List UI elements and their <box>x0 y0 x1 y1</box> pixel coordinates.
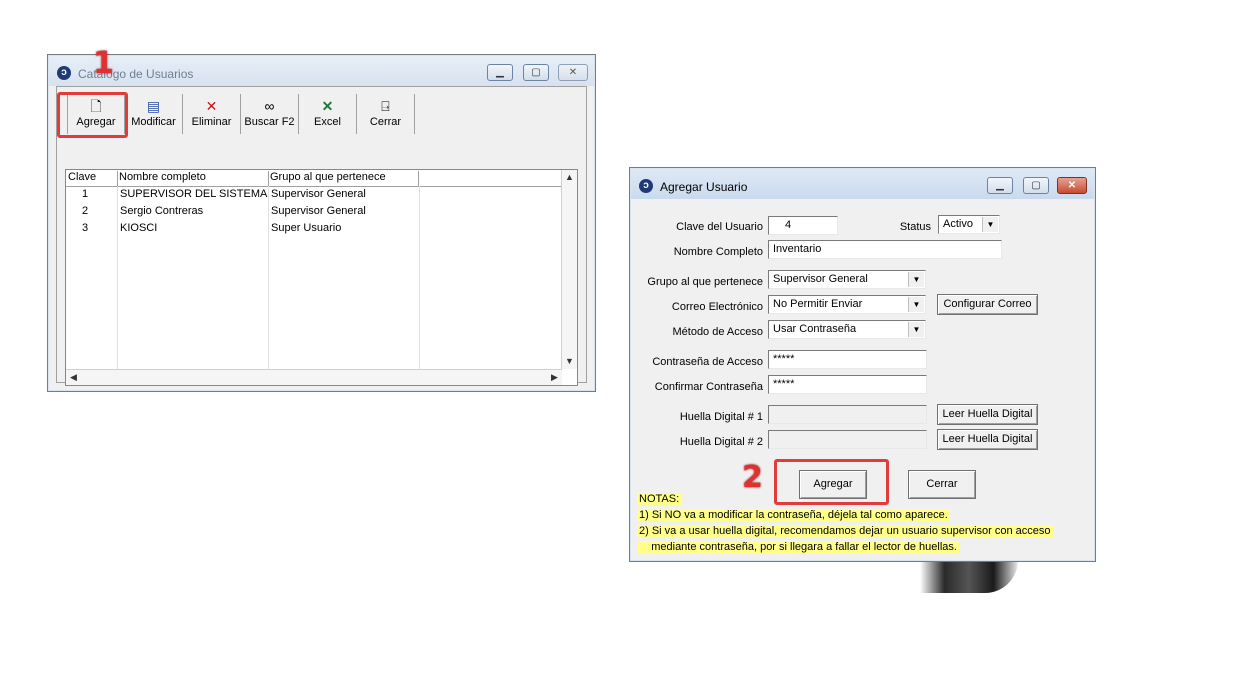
toolbar-eliminar-label: Eliminar <box>191 116 232 128</box>
grupo-select[interactable]: Supervisor General ▼ <box>768 270 926 289</box>
correo-select[interactable]: No Permitir Enviar ▼ <box>768 295 926 314</box>
contrasena-field[interactable]: ***** <box>768 350 927 369</box>
catalog-titlebar[interactable]: ɔ Catálogo de Usuarios ▁ ▢ ✕ <box>49 56 594 86</box>
vertical-scrollbar[interactable]: ▲ ▼ <box>561 170 577 369</box>
scroll-down-icon[interactable]: ▼ <box>562 354 577 369</box>
toolbar-cerrar-label: Cerrar <box>369 116 402 128</box>
correo-value: No Permitir Enviar <box>773 298 863 310</box>
maximize-button[interactable]: ▢ <box>1023 177 1049 194</box>
toolbar-buscar-label: Buscar F2 <box>244 116 295 128</box>
leer-huella2-button[interactable]: Leer Huella Digital <box>937 429 1038 450</box>
scroll-right-icon[interactable]: ▶ <box>547 370 562 385</box>
users-grid[interactable]: Clave Nombre completo Grupo al que perte… <box>65 169 578 386</box>
cell-nombre: SUPERVISOR DEL SISTEMA <box>120 188 268 200</box>
add-user-titlebar[interactable]: ɔ Agregar Usuario ▁ ▢ ✕ <box>631 169 1094 199</box>
chevron-down-icon[interactable]: ▼ <box>908 322 924 337</box>
minimize-button[interactable]: ▁ <box>487 64 513 81</box>
note-line: 2) Si va a usar huella digital, recomend… <box>637 525 1053 537</box>
status-value: Activo <box>943 218 973 230</box>
close-button[interactable]: ✕ <box>558 64 588 81</box>
col-header-nombre[interactable]: Nombre completo <box>117 171 269 186</box>
maximize-button[interactable]: ▢ <box>523 64 549 81</box>
col-header-grupo[interactable]: Grupo al que pertenece <box>268 171 419 186</box>
huella2-label: Huella Digital # 2 <box>679 436 763 448</box>
minimize-button[interactable]: ▁ <box>987 177 1013 194</box>
toolbar-buscar-button[interactable]: ∞ Buscar F2 <box>241 94 299 134</box>
toolbar-modificar-label: Modificar <box>131 116 176 128</box>
delete-x-icon: ✕ <box>205 98 218 114</box>
cell-clave: 1 <box>82 188 89 200</box>
toolbar-modificar-button[interactable]: ▤ Modificar <box>125 94 183 134</box>
confirmar-label: Confirmar Contraseña <box>654 381 763 393</box>
toolbar-cerrar-button[interactable]: ⍈ Cerrar <box>357 94 415 134</box>
cell-grupo: Supervisor General <box>271 188 366 200</box>
add-user-window-title: Agregar Usuario <box>660 180 748 194</box>
confirmar-field[interactable]: ***** <box>768 375 927 394</box>
exit-door-icon: ⍈ <box>381 98 390 114</box>
cell-grupo: Super Usuario <box>271 222 342 234</box>
grupo-value: Supervisor General <box>773 273 868 285</box>
status-select[interactable]: Activo ▼ <box>938 215 1000 234</box>
nombre-field[interactable]: Inventario <box>768 240 1002 259</box>
configurar-correo-button[interactable]: Configurar Correo <box>937 294 1038 315</box>
app-logo-icon: ɔ <box>57 66 71 80</box>
step1-number: 1 <box>93 46 114 81</box>
col-header-clave[interactable]: Clave <box>66 171 118 186</box>
table-row[interactable]: 1 SUPERVISOR DEL SISTEMA Supervisor Gene… <box>66 186 562 203</box>
chevron-down-icon[interactable]: ▼ <box>908 297 924 312</box>
grupo-label: Grupo al que pertenece <box>647 276 763 288</box>
note-line: 1) Si NO va a modificar la contraseña, d… <box>637 509 950 521</box>
metodo-value: Usar Contraseña <box>773 323 857 335</box>
horizontal-scrollbar[interactable]: ◀ ▶ <box>66 369 562 385</box>
clave-field[interactable]: 4 <box>768 216 838 235</box>
huella2-field <box>768 430 927 449</box>
grid-header: Clave Nombre completo Grupo al que perte… <box>66 170 562 187</box>
excel-icon: ✕ <box>321 98 334 114</box>
notes-heading: NOTAS: <box>637 493 682 505</box>
metodo-label: Método de Acceso <box>672 326 763 338</box>
huella1-field <box>768 405 927 424</box>
cell-nombre: KIOSCI <box>120 222 158 234</box>
cerrar-button[interactable]: Cerrar <box>908 470 976 499</box>
cell-grupo: Supervisor General <box>271 205 366 217</box>
cell-nombre: Sergio Contreras <box>120 205 204 217</box>
toolbar-excel-label: Excel <box>314 116 341 128</box>
table-row[interactable]: 3 KIOSCI Super Usuario <box>66 220 562 237</box>
catalog-window: ɔ Catálogo de Usuarios ▁ ▢ ✕ 🗋 Agregar ▤… <box>47 54 596 392</box>
contrasena-label: Contraseña de Acceso <box>652 356 763 368</box>
leer-huella1-button[interactable]: Leer Huella Digital <box>937 404 1038 425</box>
edit-icon: ▤ <box>146 98 161 114</box>
close-button[interactable]: ✕ <box>1057 177 1087 194</box>
scroll-up-icon[interactable]: ▲ <box>562 170 577 185</box>
nombre-label: Nombre Completo <box>673 246 763 258</box>
cell-clave: 3 <box>82 222 89 234</box>
binoculars-icon: ∞ <box>264 98 275 114</box>
toolbar-eliminar-button[interactable]: ✕ Eliminar <box>183 94 241 134</box>
metodo-select[interactable]: Usar Contraseña ▼ <box>768 320 926 339</box>
status-label: Status <box>899 221 931 233</box>
toolbar-excel-button[interactable]: ✕ Excel <box>299 94 357 134</box>
scroll-left-icon[interactable]: ◀ <box>66 370 81 385</box>
clave-label: Clave del Usuario <box>676 221 763 233</box>
table-row[interactable]: 2 Sergio Contreras Supervisor General <box>66 203 562 220</box>
step2-number: 2 <box>742 460 763 495</box>
mouse-image <box>920 560 1018 593</box>
step2-highlight <box>774 459 889 505</box>
huella1-label: Huella Digital # 1 <box>679 411 763 423</box>
app-logo-icon: ɔ <box>639 179 653 193</box>
correo-label: Correo Electrónico <box>671 301 763 313</box>
chevron-down-icon[interactable]: ▼ <box>908 272 924 287</box>
step1-highlight <box>57 92 128 138</box>
catalog-client: 🗋 Agregar ▤ Modificar ✕ Eliminar ∞ Busca… <box>56 86 587 386</box>
cell-clave: 2 <box>82 205 89 217</box>
chevron-down-icon[interactable]: ▼ <box>982 217 998 232</box>
note-line: mediante contraseña, por si llegara a fa… <box>637 541 959 553</box>
